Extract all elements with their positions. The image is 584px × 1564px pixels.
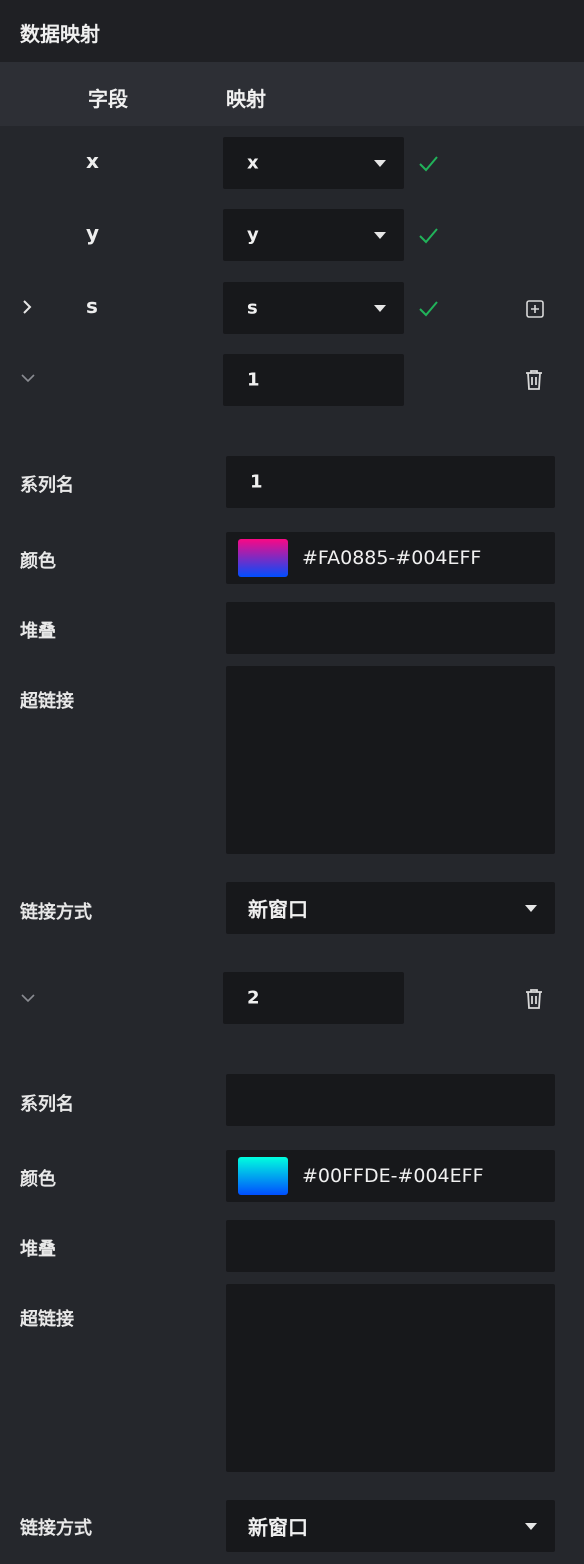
series-2-link-textarea[interactable] <box>226 1284 555 1472</box>
series-2-stack-label: 堆叠 <box>20 1239 56 1260</box>
series-1-link-label: 超链接 <box>20 691 74 712</box>
chevron-down-icon <box>374 232 386 239</box>
trash-icon[interactable] <box>524 369 544 391</box>
series-2-link-mode-select[interactable]: 新窗口 <box>226 1500 555 1552</box>
series-2-color-picker[interactable]: #00FFDE-#004EFF <box>226 1150 555 1202</box>
series-1-color-value: #FA0885-#004EFF <box>302 547 482 569</box>
mapping-y-select[interactable]: y <box>223 209 404 261</box>
chevron-down-icon <box>525 905 537 912</box>
field-s-label: s <box>86 294 98 318</box>
series-1-link-mode-select[interactable]: 新窗口 <box>226 882 555 934</box>
series-2-stack-input[interactable] <box>226 1220 555 1272</box>
mapping-x-select[interactable]: x <box>223 137 404 189</box>
header-mapping: 映射 <box>226 87 266 111</box>
check-icon <box>417 297 439 319</box>
series-1-link-textarea[interactable] <box>226 666 555 854</box>
panel-title: 数据映射 <box>20 22 100 46</box>
series-2-color-value: #00FFDE-#004EFF <box>302 1165 484 1187</box>
field-y-label: y <box>86 221 100 245</box>
series-1-link-mode-value: 新窗口 <box>248 897 308 922</box>
chevron-down-icon[interactable] <box>20 992 36 1004</box>
series-2-link-mode-label: 链接方式 <box>20 1518 92 1539</box>
series-1-color-label: 颜色 <box>20 551 56 572</box>
chevron-right-icon[interactable] <box>20 299 34 315</box>
chevron-down-icon <box>374 160 386 167</box>
trash-icon[interactable] <box>524 988 544 1010</box>
mapping-y-value: y <box>247 224 259 246</box>
header-field: 字段 <box>88 87 128 111</box>
check-icon <box>417 152 439 174</box>
series-2-color-label: 颜色 <box>20 1169 56 1190</box>
series-1-name-input[interactable]: 1 <box>226 456 555 508</box>
series-1-color-swatch[interactable] <box>238 539 288 577</box>
series-2-id: 2 <box>247 987 260 1009</box>
series-1-link-mode-label: 链接方式 <box>20 902 92 923</box>
chevron-down-icon <box>525 1523 537 1530</box>
add-series-icon[interactable] <box>525 299 545 319</box>
field-x-label: x <box>86 149 99 173</box>
series-2-id-input[interactable]: 2 <box>223 972 404 1024</box>
chevron-down-icon <box>374 305 386 312</box>
series-2-link-label: 超链接 <box>20 1309 74 1330</box>
series-1-name-label: 系列名 <box>20 475 74 496</box>
series-1-stack-input[interactable] <box>226 602 555 654</box>
series-2-color-swatch[interactable] <box>238 1157 288 1195</box>
series-1-stack-label: 堆叠 <box>20 621 56 642</box>
series-1-id: 1 <box>247 369 260 391</box>
chevron-down-icon[interactable] <box>20 372 36 384</box>
series-1-color-picker[interactable]: #FA0885-#004EFF <box>226 532 555 584</box>
series-1-id-input[interactable]: 1 <box>223 354 404 406</box>
series-1-name-value: 1 <box>250 471 263 493</box>
mapping-x-value: x <box>247 152 259 174</box>
check-icon <box>417 224 439 246</box>
series-2-name-label: 系列名 <box>20 1094 74 1115</box>
series-2-link-mode-value: 新窗口 <box>248 1515 308 1540</box>
series-2-name-input[interactable] <box>226 1074 555 1126</box>
mapping-s-value: s <box>247 297 258 319</box>
mapping-s-select[interactable]: s <box>223 282 404 334</box>
